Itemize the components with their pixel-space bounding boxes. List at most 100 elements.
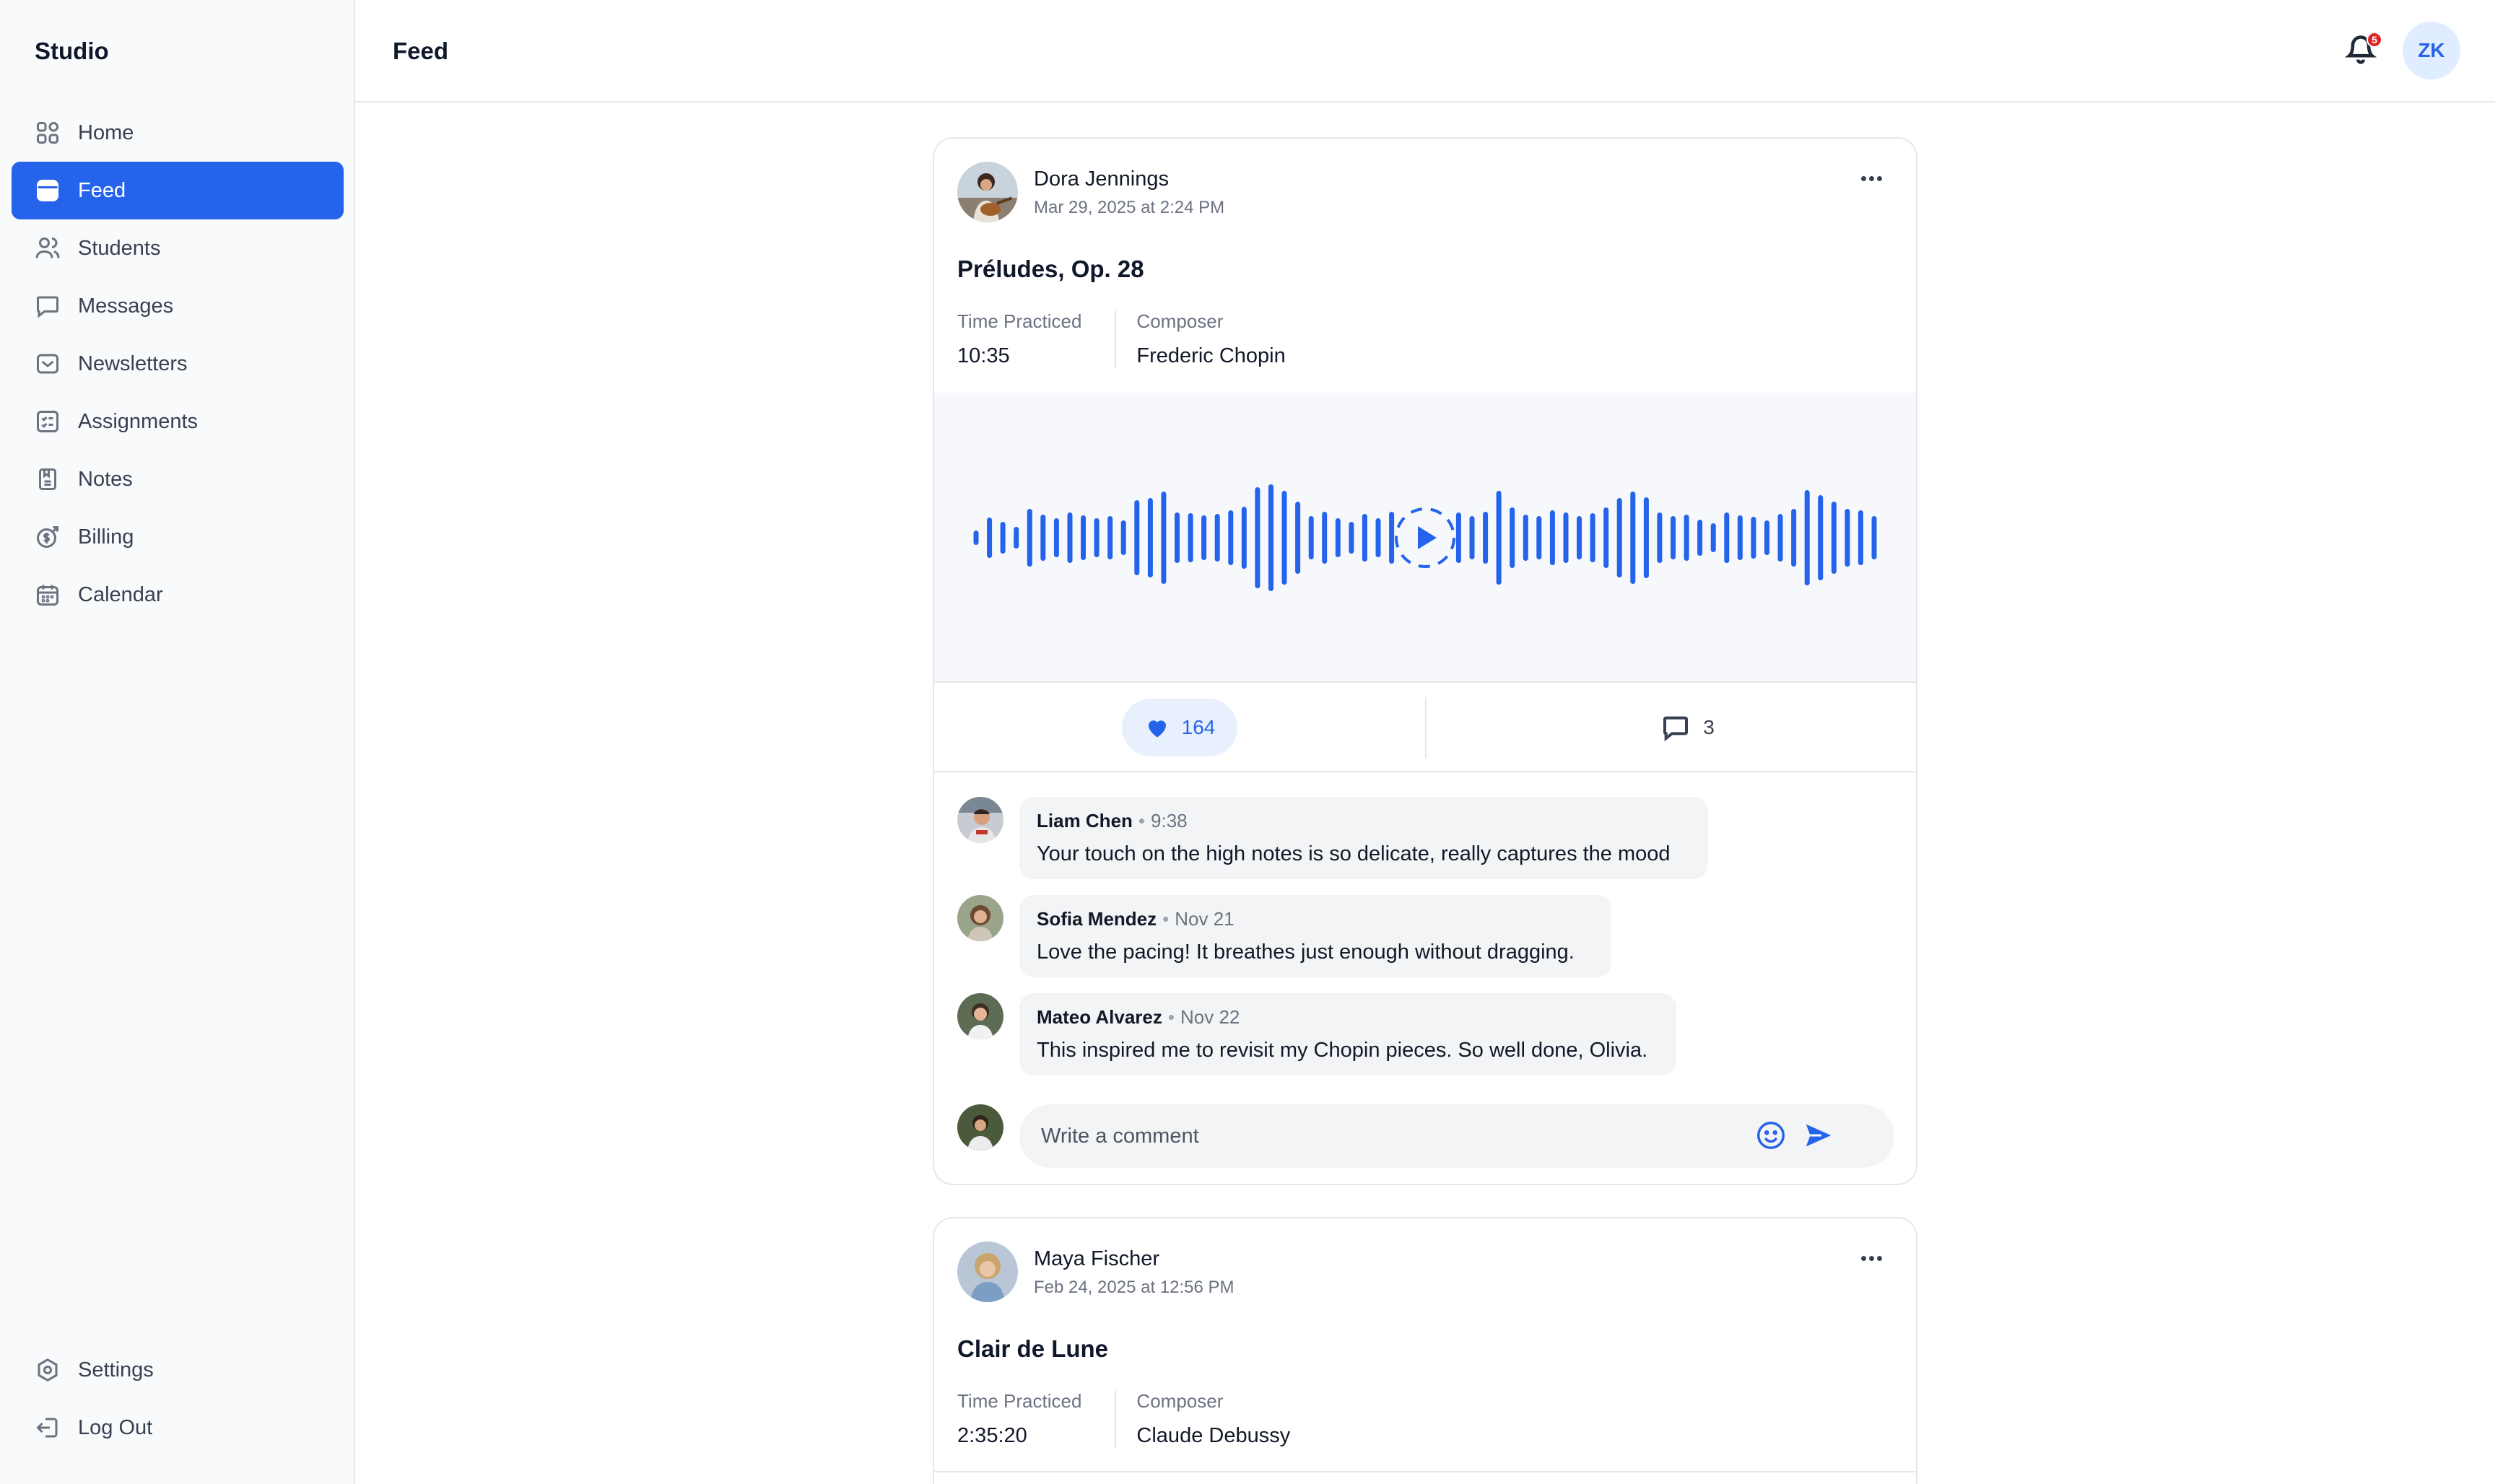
commenter-name[interactable]: Sofia Mendez (1037, 908, 1157, 930)
waveform-bar (1389, 512, 1395, 564)
current-user-avatar (957, 1104, 1003, 1151)
sidebar-item-label: Newsletters (78, 352, 188, 375)
mail-icon (35, 351, 61, 377)
notifications-button[interactable]: 5 (2344, 32, 2382, 69)
waveform-bar (1858, 510, 1863, 565)
piece-title: Préludes, Op. 28 (957, 256, 1144, 282)
sidebar-item-students[interactable]: Students (12, 219, 344, 277)
waveform-bar (1241, 507, 1247, 569)
practice-meta: Time Practiced 10:35 Composer Frederic C… (957, 310, 1319, 368)
meta-label: Composer (1136, 310, 1224, 332)
author-name[interactable]: Maya Fischer (1034, 1247, 1159, 1271)
sidebar-item-calendar[interactable]: Calendar (12, 566, 344, 624)
sidebar-item-newsletters[interactable]: Newsletters (12, 335, 344, 393)
waveform-bar (1375, 518, 1381, 557)
post-actions: 164 3 (934, 683, 1916, 772)
feed-icon (35, 178, 61, 204)
commenter-avatar[interactable] (957, 993, 1003, 1039)
commenter-avatar[interactable] (957, 895, 1003, 941)
commenter-name[interactable]: Liam Chen (1037, 810, 1133, 832)
comment-time: 9:38 (1151, 810, 1188, 832)
waveform-bar (1671, 516, 1676, 559)
sidebar-item-settings[interactable]: Settings (12, 1341, 344, 1399)
comment-bubble: Liam Chen • 9:38 Your touch on the high no… (1019, 797, 1708, 879)
waveform-bar (1657, 512, 1663, 563)
waveform-bar (1281, 491, 1287, 585)
feed-post: Dora Jennings Mar 29, 2025 at 2:24 PM Pr… (933, 137, 1917, 1185)
waveform-bar (1094, 518, 1100, 557)
comments-button[interactable]: 3 (1645, 699, 1731, 756)
waveform-bar (1630, 492, 1636, 584)
waveform-bar (1081, 515, 1086, 560)
dollar-icon (35, 524, 61, 550)
waveform-bar (1147, 498, 1153, 577)
waveform-bar (1871, 516, 1877, 559)
sidebar-item-label: Feed (78, 178, 126, 202)
user-avatar[interactable]: ZK (2403, 22, 2460, 79)
author-avatar[interactable] (957, 1241, 1018, 1302)
send-icon[interactable] (1802, 1119, 1835, 1152)
heart-icon (1148, 720, 1166, 738)
users-icon (35, 235, 61, 261)
separator-dot: • (1162, 908, 1170, 930)
sidebar: Studio Home Feed Students Messages Newsl… (0, 0, 355, 1484)
comment-text: This inspired me to revisit my Chopin pi… (1037, 1039, 1648, 1062)
author-name[interactable]: Dora Jennings (1034, 167, 1169, 191)
grid-icon (35, 120, 61, 146)
waveform-bar (1175, 512, 1180, 563)
post-date: Feb 24, 2025 at 12:56 PM (1034, 1278, 1235, 1297)
divider (934, 1471, 1916, 1472)
top-header: Feed 5 ZK (355, 0, 2495, 102)
chat-icon (35, 293, 61, 319)
comment-composer (957, 1104, 1894, 1169)
sidebar-item-feed[interactable]: Feed (12, 162, 344, 219)
waveform-bar (1549, 510, 1555, 565)
comment-icon (1663, 716, 1689, 742)
emoji-icon[interactable] (1754, 1119, 1788, 1152)
waveform[interactable] (934, 393, 1916, 683)
sidebar-item-label: Log Out (78, 1415, 153, 1439)
waveform-bar (1483, 512, 1489, 564)
waveform-bar (1469, 516, 1475, 559)
sidebar-item-label: Messages (78, 294, 174, 318)
waveform-bar (1053, 518, 1059, 557)
sidebar-item-billing[interactable]: Billing (12, 508, 344, 566)
like-button[interactable]: 164 (1122, 699, 1237, 756)
waveform-bar (1818, 495, 1824, 580)
commenter-name[interactable]: Mateo Alvarez (1037, 1006, 1162, 1028)
waveform-bar (1563, 512, 1569, 563)
sidebar-nav: Home Feed Students Messages Newsletters (12, 104, 344, 624)
gear-icon (35, 1357, 61, 1383)
waveform-bar (1014, 527, 1019, 549)
waveform-bar (1590, 513, 1595, 562)
sidebar-item-assignments[interactable]: Assignments (12, 393, 344, 450)
sidebar-item-home[interactable]: Home (12, 104, 344, 162)
time-practiced-value: 2:35:20 (957, 1424, 1027, 1447)
audio-player[interactable] (934, 393, 1916, 683)
waveform-bar (1536, 516, 1542, 559)
more-options-button[interactable] (1861, 172, 1890, 186)
post-date: Mar 29, 2025 at 2:24 PM (1034, 198, 1225, 217)
sidebar-item-logout[interactable]: Log Out (12, 1399, 344, 1457)
waveform-bar (1027, 509, 1032, 567)
page-title: Feed (393, 38, 449, 64)
waveform-bar (1697, 520, 1703, 556)
more-icon (1861, 1256, 1866, 1261)
more-icon (1861, 176, 1866, 181)
composer-value: Frederic Chopin (1136, 344, 1286, 367)
waveform-bar (1228, 510, 1234, 565)
sidebar-item-messages[interactable]: Messages (12, 277, 344, 335)
more-options-button[interactable] (1861, 1252, 1890, 1266)
sidebar-item-label: Settings (78, 1358, 154, 1382)
waveform-bar (1067, 512, 1073, 563)
waveform-bar (1255, 487, 1260, 588)
waveform-bar (1040, 515, 1046, 561)
author-avatar[interactable] (957, 162, 1018, 222)
commenter-avatar[interactable] (957, 797, 1003, 843)
sidebar-item-notes[interactable]: Notes (12, 450, 344, 508)
waveform-bar (1295, 502, 1301, 574)
note-icon (35, 466, 61, 492)
waveform-bar (973, 531, 979, 545)
meta-label: Composer (1136, 1390, 1224, 1412)
waveform-bar (1523, 515, 1528, 561)
